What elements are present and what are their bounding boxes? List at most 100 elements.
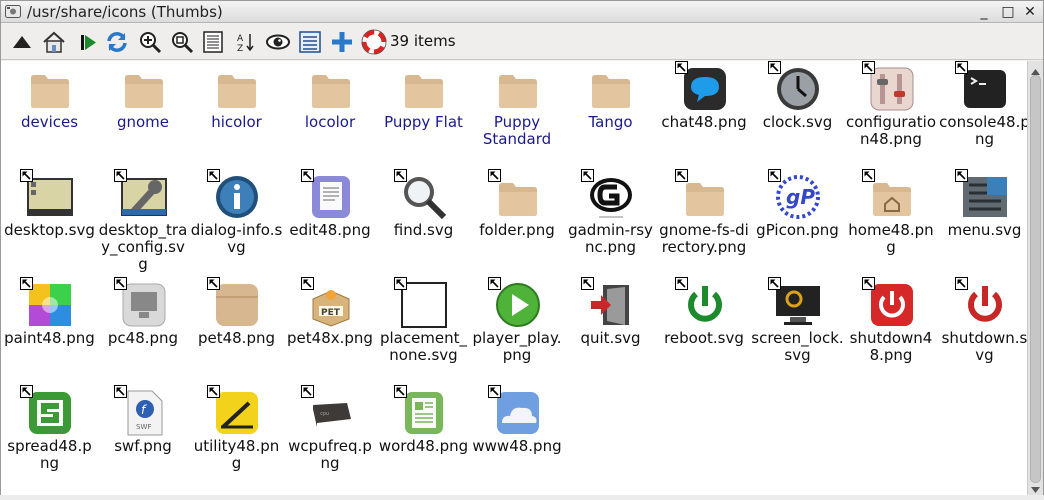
title-bar[interactable]: /usr/share/icons (Thumbs) _ □ ✕	[1, 1, 1043, 23]
file-item-spread48-png[interactable]: spread48.png	[3, 385, 96, 495]
folder-item-devices[interactable]: devices	[3, 63, 96, 171]
symlink-arrow-icon	[300, 385, 314, 398]
filer-window: /usr/share/icons (Thumbs) _ □ ✕ AZ 39 it…	[0, 0, 1044, 495]
details-icon[interactable]	[200, 29, 226, 55]
file-item-clock-svg[interactable]: clock.svg	[751, 61, 844, 171]
menu-icon	[955, 169, 1009, 221]
scroll-up-icon[interactable]	[1028, 63, 1043, 75]
symlink-arrow-icon	[300, 169, 314, 182]
folder-item-puppy-standard[interactable]: Puppy Standard	[471, 63, 564, 171]
maximize-icon[interactable]: □	[999, 3, 1017, 21]
symlink-arrow-icon	[581, 277, 594, 290]
file-item-screen-lock-svg[interactable]: screen_lock.svg	[751, 277, 844, 387]
item-label: console48.png	[939, 113, 1030, 148]
home-icon[interactable]	[41, 29, 67, 55]
item-label: Puppy Standard	[482, 113, 552, 148]
scroll-down-icon[interactable]	[1028, 481, 1043, 493]
item-label: clock.svg	[762, 113, 833, 131]
symlink-arrow-icon	[861, 61, 875, 74]
item-label: word48.png	[378, 437, 469, 455]
rox-filer-icon[interactable]	[5, 4, 21, 19]
run-icon[interactable]	[75, 29, 101, 55]
folder-item-gnome[interactable]: gnome	[97, 63, 190, 171]
file-item-shutdown48-png[interactable]: shutdown48.png	[845, 277, 938, 387]
file-item-www48-png[interactable]: www48.png	[471, 385, 564, 495]
file-item-configuration48-png[interactable]: configuration48.png	[845, 61, 938, 171]
item-label: hicolor	[211, 113, 262, 131]
close-icon[interactable]: ✕	[1021, 3, 1039, 21]
svg-text:PET: PET	[321, 308, 341, 318]
scroll-thumb[interactable]	[1030, 75, 1041, 483]
file-item-utility48-png[interactable]: utility48.png	[190, 385, 283, 495]
file-item-menu-svg[interactable]: menu.svg	[938, 169, 1031, 279]
file-item-paint48-png[interactable]: paint48.png	[3, 277, 96, 387]
vertical-scrollbar[interactable]	[1027, 61, 1043, 495]
item-label: menu.svg	[947, 221, 1022, 239]
pet-box-icon: PET	[300, 277, 355, 329]
file-item-gadmin-rsync-png[interactable]: gadmin-rsync.png	[564, 169, 657, 279]
symlink-arrow-icon	[394, 169, 407, 182]
file-item-wcpufreq-png[interactable]: cpu wcpufreq.png	[284, 385, 377, 495]
folder-item-puppy-flat[interactable]: Puppy Flat	[377, 63, 470, 171]
symlink-arrow-icon	[955, 277, 968, 290]
item-label: devices	[20, 113, 79, 131]
spread-icon	[20, 385, 74, 437]
file-item-quit-svg[interactable]: quit.svg	[564, 277, 657, 387]
symlink-arrow-icon	[487, 169, 501, 182]
file-item-desktop-svg[interactable]: desktop.svg	[3, 169, 96, 279]
folder-icon	[307, 65, 355, 113]
item-label: player_play.png	[472, 329, 562, 364]
file-item-word48-png[interactable]: word48.png	[377, 385, 470, 495]
zoom-fit-icon[interactable]	[169, 29, 195, 55]
file-item-pet48-png[interactable]: pet48.png	[190, 277, 283, 387]
item-label: pet48.png	[197, 329, 276, 347]
item-label: locolor	[304, 113, 356, 131]
file-item-reboot-svg[interactable]: reboot.svg	[658, 277, 751, 387]
symlink-arrow-icon	[581, 169, 594, 182]
file-item-chat48-png[interactable]: chat48.png	[658, 61, 751, 171]
file-item-desktop-tray-config-svg[interactable]: desktop_tray_config.svg	[97, 169, 190, 279]
file-item-dialog-info-svg[interactable]: dialog-info.svg	[190, 169, 283, 279]
symlink-arrow-icon	[861, 169, 875, 182]
item-label: wcpufreq.png	[288, 437, 372, 472]
file-grid[interactable]: devices gnome hicolor locolor Puppy Flat Pupp…	[1, 61, 1030, 495]
file-item-home48-png[interactable]: home48.png	[845, 169, 938, 279]
symlink-arrow-icon	[768, 61, 781, 74]
show-hidden-icon[interactable]	[265, 29, 291, 55]
new-icon[interactable]	[329, 29, 355, 55]
file-item-folder-png[interactable]: folder.png	[471, 169, 564, 279]
help-icon[interactable]	[361, 29, 387, 55]
file-item-edit48-png[interactable]: edit48.png	[284, 169, 377, 279]
dialog-info-icon	[207, 169, 261, 221]
item-label: folder.png	[479, 221, 555, 239]
item-label: spread48.png	[7, 437, 92, 472]
folder-item-locolor[interactable]: locolor	[284, 63, 377, 171]
file-item-shutdown-svg[interactable]: shutdown.svg	[938, 277, 1031, 387]
up-icon[interactable]	[9, 29, 35, 55]
select-icon[interactable]	[297, 29, 323, 55]
item-label: desktop_tray_config.svg	[98, 221, 188, 273]
file-item-swf-png[interactable]: f SWF swf.png	[97, 385, 190, 495]
find-icon	[394, 169, 448, 221]
refresh-icon[interactable]	[104, 29, 130, 55]
folder-item-hicolor[interactable]: hicolor	[190, 63, 283, 171]
item-label: paint48.png	[4, 329, 95, 347]
file-item-pc48-png[interactable]: pc48.png	[97, 277, 190, 387]
symlink-arrow-icon	[674, 277, 688, 290]
file-item-find-svg[interactable]: find.svg	[377, 169, 470, 279]
minimize-icon[interactable]: _	[975, 3, 993, 21]
chat-icon	[674, 61, 729, 113]
file-item-gnome-fs-directory-png[interactable]: gnome-fs-directory.png	[658, 169, 751, 279]
folder-item-tango[interactable]: Tango	[564, 63, 657, 171]
www-icon	[487, 385, 542, 437]
sort-icon[interactable]: AZ	[233, 29, 259, 55]
zoom-in-icon[interactable]	[137, 29, 163, 55]
file-item-pet48x-png[interactable]: PET pet48x.png	[284, 277, 377, 387]
placement-none-icon	[394, 277, 448, 329]
file-item-player-play-png[interactable]: player_play.png	[471, 277, 564, 387]
file-item-console48-png[interactable]: console48.png	[938, 61, 1031, 171]
file-item-placement-none-svg[interactable]: placement_none.svg	[377, 277, 470, 387]
folder-icon	[26, 65, 74, 113]
file-item-gpicon-png[interactable]: gP gPicon.png	[751, 169, 844, 279]
pet-icon	[207, 277, 261, 329]
